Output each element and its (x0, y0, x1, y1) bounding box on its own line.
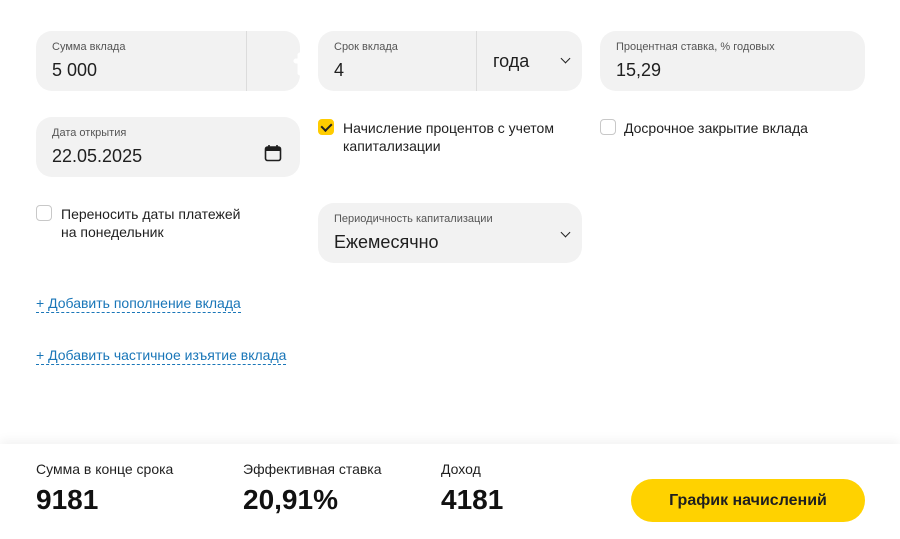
early-close-checkbox[interactable] (600, 119, 616, 135)
chevron-down-icon[interactable] (560, 227, 571, 238)
effective-rate-value: 20,91% (243, 484, 338, 515)
early-close-checkbox-label: Досрочное закрытие вклада (624, 120, 808, 136)
calendar-icon[interactable] (264, 144, 282, 167)
move-dates-checkbox-label: Переносить даты платежей на понедельник (61, 206, 241, 240)
interest-rate-value[interactable]: 15,29 (616, 60, 661, 81)
add-withdrawal-link[interactable]: + Добавить частичное изъятие вклада (36, 347, 287, 365)
capitalization-checkbox-label: Начисление процентов с учетом капитализа… (343, 120, 554, 154)
deposit-term-label: Срок вклада (334, 41, 398, 53)
effective-rate-label: Эффективная ставка (243, 461, 382, 477)
schedule-button[interactable]: График начислений (631, 479, 865, 522)
open-date-value[interactable]: 22.05.2025 (52, 146, 142, 167)
end-sum-label: Сумма в конце срока (36, 461, 174, 477)
field-divider (246, 31, 247, 91)
income-label: Доход (441, 461, 481, 477)
capitalization-period-value[interactable]: Ежемесячно (334, 232, 439, 253)
open-date-label: Дата открытия (52, 127, 127, 139)
field-divider (476, 31, 477, 91)
deposit-amount-field[interactable]: Сумма вклада 5 000 (36, 31, 319, 91)
deposit-term-field[interactable]: Срок вклада 4 года (318, 31, 582, 91)
chevron-down-icon[interactable] (560, 53, 571, 64)
open-date-field[interactable]: Дата открытия 22.05.2025 (36, 117, 300, 177)
add-deposit-link[interactable]: + Добавить пополнение вклада (36, 295, 241, 313)
capitalization-checkbox[interactable] (318, 119, 334, 135)
capitalization-period-select[interactable]: Периодичность капитализации Ежемесячно (318, 203, 582, 263)
deposit-amount-value[interactable]: 5 000 (52, 60, 97, 81)
interest-rate-field[interactable]: Процентная ставка, % годовых 15,29 (600, 31, 865, 91)
term-unit-select[interactable]: года (493, 51, 529, 72)
deposit-term-value[interactable]: 4 (334, 60, 344, 81)
capitalization-period-label: Периодичность капитализации (334, 213, 493, 225)
move-dates-checkbox[interactable] (36, 205, 52, 221)
interest-rate-label: Процентная ставка, % годовых (616, 41, 775, 53)
income-value: 4181 (441, 484, 504, 515)
deposit-amount-label: Сумма вклада (52, 41, 126, 53)
end-sum-value: 9181 (36, 484, 99, 515)
